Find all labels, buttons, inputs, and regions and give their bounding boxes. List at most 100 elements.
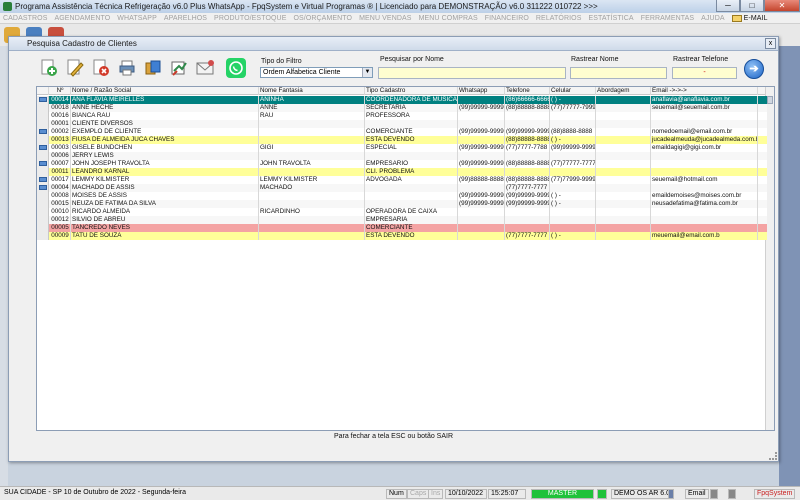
table-row[interactable]: 00010 RICARDO ALMEIDA RICARDINHO OPERADORA … bbox=[37, 208, 767, 216]
menu-email[interactable]: E-MAIL bbox=[731, 14, 768, 22]
cell-number: 00018 bbox=[49, 104, 71, 112]
col-fantasy-name[interactable]: Nome Fantasia bbox=[259, 87, 365, 95]
table-row[interactable]: 00011 LEANDRO KARNAL CLI. PROBLEMA bbox=[37, 168, 767, 176]
menu-vendas[interactable]: MENU VENDAS bbox=[359, 15, 411, 22]
table-row[interactable]: 00004 MACHADO DE ASSIS MACHADO (77)7777-777… bbox=[37, 184, 767, 192]
track-name-input[interactable] bbox=[570, 67, 667, 79]
whatsapp-button[interactable] bbox=[225, 57, 247, 79]
row-indicator bbox=[37, 144, 49, 152]
cell-phone bbox=[505, 216, 550, 224]
edit-icon bbox=[67, 59, 84, 77]
menu-whatsapp[interactable]: WHATSAPP bbox=[117, 15, 157, 22]
menu-cadastros[interactable]: CADASTROS bbox=[3, 15, 47, 22]
cell-fantasy-name bbox=[259, 200, 365, 208]
export-button[interactable] bbox=[168, 57, 190, 79]
cell-fantasy-name: MACHADO bbox=[259, 184, 365, 192]
status-email[interactable]: Email bbox=[685, 489, 709, 499]
cell-number: 00008 bbox=[49, 192, 71, 200]
row-indicator bbox=[37, 224, 49, 232]
cell-phone: (88)88888-8888 bbox=[506, 136, 550, 144]
col-number[interactable]: Nº bbox=[49, 87, 71, 95]
table-row[interactable]: 00002 EXEMPLO DE CLIENTE COMERCIANTE (99)99… bbox=[37, 128, 767, 136]
search-go-button[interactable]: ➔ bbox=[744, 59, 764, 79]
menu-estatistica[interactable]: ESTATÍSTICA bbox=[589, 15, 634, 22]
table-row[interactable]: 00014 ANA FLAVIA MEIRELLES ANINHA COORDENAD… bbox=[37, 96, 767, 104]
cell-approach bbox=[596, 152, 651, 160]
resize-grip[interactable] bbox=[769, 452, 777, 460]
copy-button[interactable] bbox=[142, 57, 164, 79]
table-row[interactable]: 00013 FIUSA DE ALMEIDA JUCA CHAVES ESTA DE… bbox=[37, 136, 767, 144]
col-email[interactable]: Email ->->-> bbox=[651, 87, 758, 95]
cell-whatsapp bbox=[458, 216, 505, 224]
scrollbar-thumb[interactable] bbox=[767, 96, 773, 104]
cell-fantasy-name bbox=[259, 216, 365, 224]
menu-aparelhos[interactable]: APARELHOS bbox=[164, 15, 207, 22]
minimize-button[interactable]: ─ bbox=[716, 0, 740, 12]
printer-icon bbox=[728, 489, 736, 499]
cell-approach bbox=[596, 136, 651, 144]
table-row[interactable]: 00018 ANNE HECHE ANNE SECRETARIA (99)99999-9… bbox=[37, 104, 767, 112]
menu-ajuda[interactable]: AJUDA bbox=[701, 15, 724, 22]
print-icon bbox=[119, 60, 135, 76]
cell-mobile: ( ) - bbox=[550, 136, 596, 144]
col-phone[interactable]: Telefone bbox=[505, 87, 550, 95]
cell-name: MACHADO DE ASSIS bbox=[71, 184, 259, 192]
track-phone-input[interactable]: - bbox=[672, 67, 737, 79]
table-row[interactable]: 00005 TANCREDO NEVES COMERCIANTE bbox=[37, 224, 767, 232]
cell-name: LEANDRO KARNAL bbox=[71, 168, 259, 176]
table-row[interactable]: 00007 JOHN JOSEPH TRAVOLTA JOHN TRAVOLTA EM… bbox=[37, 160, 767, 168]
menu-produto-estoque[interactable]: PRODUTO/ESTOQUE bbox=[214, 15, 286, 22]
cell-name: JOHN JOSEPH TRAVOLTA bbox=[71, 160, 259, 168]
email-button[interactable] bbox=[194, 57, 216, 79]
menu-ferramentas[interactable]: FERRAMENTAS bbox=[641, 15, 694, 22]
menu-relatorios[interactable]: RELATÓRIOS bbox=[536, 15, 582, 22]
status-version: DEMO OS AR 6.0 bbox=[611, 489, 674, 499]
clients-table[interactable]: Nº Nome / Razão Social Nome Fantasia Tip… bbox=[36, 86, 775, 431]
table-row[interactable]: 00003 GISELE BUNDCHEN GIGI ESPECIAL (99)9999… bbox=[37, 144, 767, 152]
table-row[interactable]: 00008 MOISES DE ASSIS (99)99999-9999 (99)99… bbox=[37, 192, 767, 200]
search-name-input[interactable] bbox=[378, 67, 566, 79]
col-whatsapp[interactable]: Whatsapp bbox=[458, 87, 505, 95]
table-row[interactable]: 00016 BIANCA RAU RAU PROFESSORA bbox=[37, 112, 767, 120]
maximize-button[interactable]: □ bbox=[740, 0, 764, 12]
cell-whatsapp bbox=[458, 152, 505, 160]
cell-mobile: ( ) - bbox=[550, 232, 596, 240]
print-button[interactable] bbox=[116, 57, 138, 79]
table-row[interactable]: 00001 CLIENTE DIVERSOS bbox=[37, 120, 767, 128]
cell-type bbox=[365, 120, 458, 128]
table-row[interactable]: 00012 SILVIO DE ABREU EMPRESARIA bbox=[37, 216, 767, 224]
col-type[interactable]: Tipo Cadastro bbox=[365, 87, 458, 95]
cell-type: OPERADORA DE CAIXA bbox=[365, 208, 458, 216]
cell-type: ESTA DEVENDO bbox=[365, 232, 458, 240]
status-date: 10/10/2022 bbox=[445, 489, 487, 499]
menu-financeiro[interactable]: FINANCEIRO bbox=[485, 15, 529, 22]
dialog-close-button[interactable]: x bbox=[765, 38, 776, 49]
menu-agendamento[interactable]: AGENDAMENTO bbox=[54, 15, 110, 22]
delete-icon bbox=[93, 59, 109, 76]
cell-whatsapp bbox=[458, 224, 505, 232]
cell-whatsapp bbox=[458, 168, 505, 176]
app-title: Programa Assistência Técnica Refrigeraçã… bbox=[15, 2, 598, 11]
col-approach[interactable]: Abordagem bbox=[596, 87, 651, 95]
filter-type-select[interactable]: Ordem Alfabetica Cliente ▼ bbox=[260, 67, 373, 78]
cell-phone: (88)88888-8888 bbox=[506, 176, 550, 184]
col-mobile[interactable]: Celular bbox=[550, 87, 596, 95]
delete-button[interactable] bbox=[90, 57, 112, 79]
close-button[interactable]: ✕ bbox=[764, 0, 800, 12]
add-button[interactable] bbox=[38, 57, 60, 79]
table-row[interactable]: 00015 NEUZA DE FATIMA DA SILVA (99)99999-9… bbox=[37, 200, 767, 208]
menu-compras[interactable]: MENU COMPRAS bbox=[419, 15, 478, 22]
cell-mobile: ( ) - bbox=[550, 192, 596, 200]
action-toolbar bbox=[9, 53, 269, 83]
menu-os-orcamento[interactable]: OS/ORÇAMENTO bbox=[293, 15, 352, 22]
table-row[interactable]: 00017 LEMMY KILMISTER LEMMY KILMISTER ADVOG… bbox=[37, 176, 767, 184]
edit-button[interactable] bbox=[64, 57, 86, 79]
cell-name: ANA FLAVIA MEIRELLES bbox=[71, 96, 259, 104]
email-icon bbox=[196, 60, 214, 75]
table-row[interactable]: 00009 TATU DE SOUZA ESTA DEVENDO (77)7777-7… bbox=[37, 232, 767, 240]
cell-number: 00001 bbox=[49, 120, 71, 128]
cell-approach bbox=[596, 200, 651, 208]
col-name[interactable]: Nome / Razão Social bbox=[71, 87, 259, 95]
cell-type: EMPRESARIA bbox=[365, 216, 458, 224]
table-row[interactable]: 00006 JERRY LEWIS bbox=[37, 152, 767, 160]
